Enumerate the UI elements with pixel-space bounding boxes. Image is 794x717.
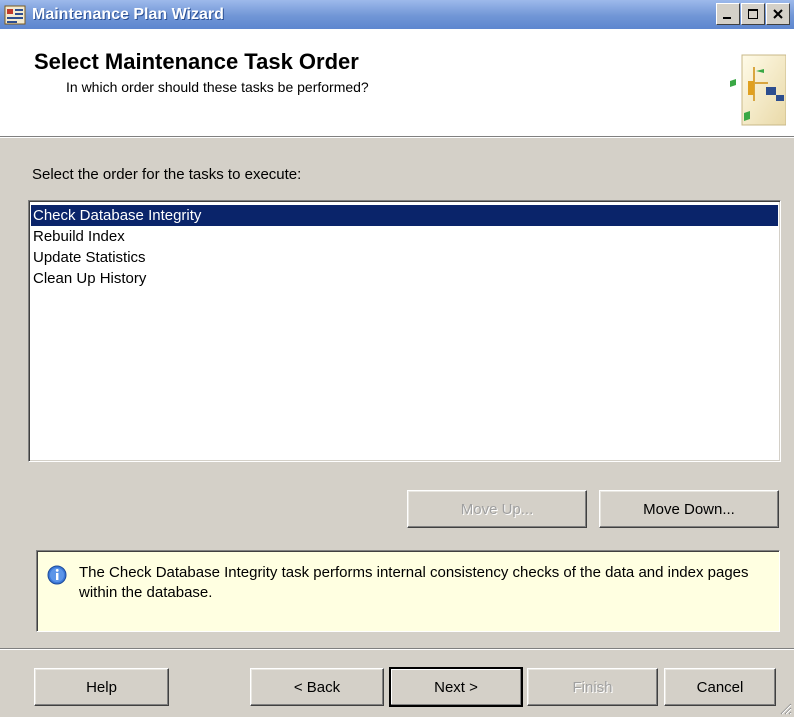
window-controls [715,3,790,25]
task-description-box: The Check Database Integrity task perfor… [36,550,780,632]
footer-separator [0,648,794,650]
back-button[interactable]: < Back [250,668,384,706]
finish-button[interactable]: Finish [527,668,658,706]
task-order-list[interactable]: Check Database Integrity Rebuild Index U… [28,200,781,462]
resize-grip-icon[interactable] [778,701,792,715]
close-icon [773,9,783,19]
window-title: Maintenance Plan Wizard [32,5,224,23]
wizard-app-icon [4,4,26,26]
wizard-header: Select Maintenance Task Order In which o… [0,29,794,137]
next-button[interactable]: Next > [389,667,523,707]
minimize-icon [723,17,731,19]
cancel-button[interactable]: Cancel [664,668,776,706]
task-order-graphic-icon [730,54,786,126]
title-bar[interactable]: Maintenance Plan Wizard [0,0,794,29]
list-item[interactable]: Clean Up History [31,268,778,289]
instructions-label: Select the order for the tasks to execut… [32,166,302,183]
maximize-icon [748,9,758,19]
page-subtitle: In which order should these tasks be per… [66,79,369,95]
move-down-button[interactable]: Move Down... [599,490,779,528]
task-description-text: The Check Database Integrity task perfor… [79,564,749,601]
move-up-button[interactable]: Move Up... [407,490,587,528]
list-item[interactable]: Rebuild Index [31,226,778,247]
maximize-button[interactable] [741,3,765,25]
minimize-button[interactable] [716,3,740,25]
help-button[interactable]: Help [34,668,169,706]
header-divider [0,137,794,138]
list-item[interactable]: Check Database Integrity [31,205,778,226]
page-title: Select Maintenance Task Order [34,49,359,74]
close-button[interactable] [766,3,790,25]
info-icon [47,565,67,585]
list-item[interactable]: Update Statistics [31,247,778,268]
